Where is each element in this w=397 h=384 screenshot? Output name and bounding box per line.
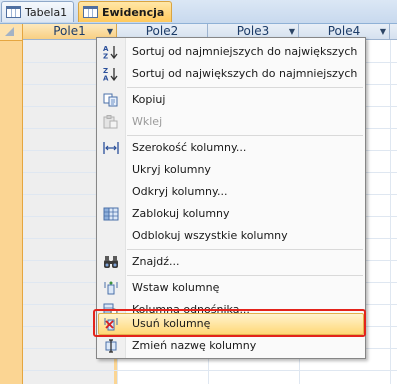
rename-column-icon (105, 339, 117, 353)
insert-column-icon (104, 281, 118, 295)
tab-ewidencja[interactable]: Ewidencja (78, 1, 172, 22)
menu-item-sort-ascending[interactable]: A Z Sortuj od najmniejszych do największ… (98, 41, 364, 63)
menu-item-label: Wstaw kolumnę (132, 281, 220, 294)
menu-separator (127, 249, 363, 250)
svg-text:A: A (103, 75, 109, 82)
freeze-columns-icon (103, 207, 119, 221)
column-header-partial (390, 24, 397, 40)
menu-item-column-width[interactable]: Szerokość kolumny... (98, 137, 364, 159)
menu-item-sort-descending[interactable]: Z A Sortuj od największych do najmniejsz… (98, 63, 364, 85)
menu-item-unhide-columns[interactable]: Odkryj kolumny... (98, 181, 364, 203)
highlight-annotation-box (93, 309, 366, 337)
column-header-label: Pole4 (327, 24, 361, 38)
menu-item-insert-column[interactable]: Wstaw kolumnę (98, 277, 364, 299)
menu-separator (127, 275, 363, 276)
menu-item-label: Odkryj kolumny... (132, 185, 228, 198)
svg-text:Z: Z (103, 53, 108, 60)
tab-label: Tabela1 (25, 5, 68, 19)
menu-item-label: Ukryj kolumny (132, 163, 211, 176)
select-all-corner[interactable] (0, 24, 22, 41)
menu-item-label: Odblokuj wszystkie kolumny (132, 229, 288, 242)
menu-item-label: Wklej (132, 115, 163, 128)
menu-separator (127, 135, 363, 136)
sort-ascending-icon: A Z (103, 45, 118, 60)
tab-label: Ewidencja (102, 5, 165, 19)
chevron-down-icon[interactable]: ▼ (107, 28, 113, 36)
menu-item-copy[interactable]: Kopiuj (98, 89, 364, 111)
sort-descending-icon: Z A (103, 67, 118, 82)
menu-item-label: Znajdź... (132, 255, 180, 268)
table-icon (6, 6, 21, 18)
table-icon (83, 6, 98, 18)
menu-item-label: Zablokuj kolumny (132, 207, 230, 220)
copy-icon (103, 93, 118, 107)
chevron-down-icon[interactable]: ▼ (289, 28, 295, 36)
tab-tabela1[interactable]: Tabela1 (1, 1, 74, 22)
menu-item-find[interactable]: Znajdź... (98, 251, 364, 273)
chevron-down-icon[interactable]: ▼ (380, 28, 386, 36)
menu-item-label: Sortuj od największych do najmniejszych (132, 67, 358, 80)
menu-item-unfreeze-all[interactable]: Odblokuj wszystkie kolumny (98, 225, 364, 247)
paste-icon (103, 115, 118, 129)
menu-item-paste: Wklej (98, 111, 364, 133)
column-width-icon (103, 142, 119, 154)
menu-item-label: Szerokość kolumny... (132, 141, 247, 154)
menu-item-label: Sortuj od najmniejszych do największych (132, 45, 358, 58)
menu-item-hide-columns[interactable]: Ukryj kolumny (98, 159, 364, 181)
column-header-label: Pole1 (53, 24, 86, 38)
binoculars-icon (104, 256, 118, 268)
menu-separator (127, 87, 363, 88)
column-header-label: Pole3 (236, 24, 270, 38)
menu-item-label: Kopiuj (132, 93, 166, 106)
menu-item-rename-column[interactable]: Zmień nazwę kolumny (98, 335, 364, 357)
document-tab-strip: Tabela1 Ewidencja (0, 0, 397, 24)
menu-item-freeze-columns[interactable]: Zablokuj kolumny (98, 203, 364, 225)
menu-item-label: Zmień nazwę kolumny (132, 339, 257, 352)
record-selector-column[interactable] (0, 24, 23, 384)
column-header-label: Pole2 (145, 24, 179, 38)
